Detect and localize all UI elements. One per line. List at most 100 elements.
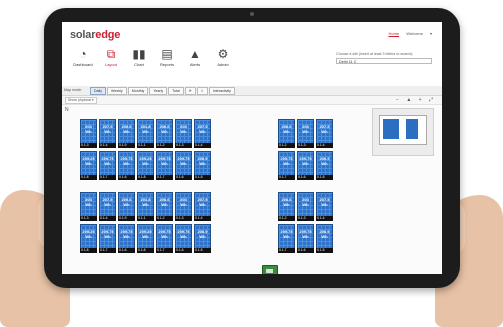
solar-panel[interactable]: 201.8 Wh 0.1.1 — [137, 119, 154, 148]
nav-chart[interactable]: ▮▮ Chart — [126, 46, 152, 67]
layout-canvas[interactable]: N 203 Wh 0.1.3 207.5 Wh 0.1.4 200.6 Wh 0.1.9 201.… — [62, 105, 442, 274]
panel-unit: Wh — [302, 160, 309, 166]
solar-panel[interactable]: 203 Wh 0.1.3 — [80, 192, 97, 221]
panel-id: 0.1.2 — [156, 143, 173, 148]
map-mode-label: Map mode: — [64, 88, 82, 92]
solar-panel[interactable]: 207.5 Wh 0.1.4 — [99, 119, 116, 148]
solar-panel[interactable]: 206.9 Wh 0.1.5 — [194, 224, 211, 253]
solar-panel[interactable]: 209.75 Wh 0.1.7 — [99, 224, 116, 253]
nav-reports[interactable]: ▤ Reports — [154, 46, 180, 67]
panel-id: 0.1.5 — [194, 175, 211, 180]
refresh-icon[interactable]: ⟳ — [184, 87, 196, 95]
solar-panel[interactable]: 203 Wh 0.1.3 — [297, 192, 314, 221]
panel-unit: Wh — [123, 233, 130, 239]
panel-energy: 209.75 Wh — [119, 156, 134, 166]
solar-panel[interactable]: 209.75 Wh 0.1.6 — [175, 224, 192, 253]
panel-energy: 206.9 Wh — [317, 229, 332, 239]
panel-energy: 206.6 Wh — [157, 197, 172, 207]
solar-panel[interactable]: 203 Wh 0.1.3 — [80, 119, 97, 148]
panel-id: 0.1.8 — [137, 175, 154, 180]
solar-panel[interactable]: 203 Wh 0.1.3 — [175, 119, 192, 148]
nav-layout[interactable]: ⧉ Layout — [98, 46, 124, 67]
panel-unit: Wh — [180, 201, 187, 207]
nav-admin[interactable]: ⚙ Admin — [210, 46, 236, 67]
solar-panel[interactable]: 206.9 Wh 0.1.5 — [316, 151, 333, 180]
solar-panel[interactable]: 209.75 Wh 0.1.7 — [156, 151, 173, 180]
panel-id: 0.1.8 — [80, 248, 97, 253]
inverter-icon[interactable] — [262, 265, 278, 274]
solar-panel[interactable]: 209.75 Wh 0.1.7 — [156, 224, 173, 253]
panel-id: 0.1.7 — [156, 175, 173, 180]
solar-panel[interactable]: 203 Wh 0.1.3 — [175, 192, 192, 221]
app-header: solaredge Home Welcome ▾ ◔ Dashboard ⧉ L… — [62, 22, 442, 87]
export-icon[interactable]: ⇩ — [196, 87, 208, 95]
solar-panel[interactable]: 206.6 Wh 0.1.2 — [278, 119, 295, 148]
panel-id: 0.1.6 — [297, 175, 314, 180]
solar-panel[interactable]: 206.9 Wh 0.1.5 — [194, 151, 211, 180]
nav-dashboard[interactable]: ◔ Dashboard — [70, 46, 96, 67]
solar-panel[interactable]: 209.25 Wh 0.1.8 — [137, 151, 154, 180]
panel-energy: 200.6 Wh — [119, 124, 134, 134]
solar-panel[interactable]: 209.75 Wh 0.1.7 — [278, 224, 295, 253]
solar-panel[interactable]: 209.75 Wh 0.1.6 — [118, 224, 135, 253]
panel-energy: 209.25 Wh — [81, 229, 96, 239]
solar-panel[interactable]: 207.5 Wh 0.1.4 — [316, 119, 333, 148]
panel-energy: 209.25 Wh — [138, 229, 153, 239]
layout-sitemap-icon: ⧉ — [106, 47, 116, 61]
nav-alerts[interactable]: ▲ Alerts — [182, 46, 208, 67]
tab-weekly[interactable]: Weekly — [107, 87, 127, 95]
minimap-viewport[interactable] — [379, 115, 427, 145]
tab-interactivity[interactable]: Interactivity — [208, 87, 235, 95]
panel-id: 0.1.4 — [194, 143, 211, 148]
tab-daily[interactable]: Daily — [90, 87, 106, 95]
panel-unit: Wh — [123, 201, 130, 207]
solar-panel[interactable]: 200.6 Wh 0.1.9 — [118, 192, 135, 221]
solar-panel[interactable]: 209.75 Wh 0.1.6 — [175, 151, 192, 180]
solar-panel[interactable]: 209.75 Wh 0.1.6 — [297, 224, 314, 253]
panel-unit: Wh — [161, 201, 168, 207]
panel-id: 0.1.4 — [316, 143, 333, 148]
solar-panel[interactable]: 209.75 Wh 0.1.7 — [278, 151, 295, 180]
welcome-link[interactable]: Welcome — [406, 31, 423, 36]
tab-yearly[interactable]: Yearly — [149, 87, 168, 95]
solar-panel[interactable]: 200.6 Wh 0.1.9 — [118, 119, 135, 148]
solar-panel[interactable]: 207.5 Wh 0.1.4 — [194, 119, 211, 148]
solar-panel[interactable]: 203 Wh 0.1.3 — [297, 119, 314, 148]
minimap-array-left — [383, 119, 399, 139]
solar-panel[interactable]: 209.25 Wh 0.1.8 — [137, 224, 154, 253]
panel-energy: 203 Wh — [298, 124, 313, 134]
period-tabs: Daily Weekly Monthly Yearly Total ⟳ ⇩ In… — [90, 87, 236, 95]
panel-unit: Wh — [321, 160, 328, 166]
solar-panel[interactable]: 201.8 Wh 0.1.1 — [137, 192, 154, 221]
solar-panel[interactable]: 206.6 Wh 0.1.2 — [156, 192, 173, 221]
solar-panel[interactable]: 206.6 Wh 0.1.2 — [156, 119, 173, 148]
panel-unit: Wh — [283, 160, 290, 166]
panel-id: 0.1.6 — [118, 248, 135, 253]
minimap[interactable] — [372, 108, 434, 156]
solar-panel[interactable]: 209.75 Wh 0.1.7 — [99, 151, 116, 180]
solar-panel[interactable]: 209.75 Wh 0.1.6 — [118, 151, 135, 180]
dropdown-arrow-icon[interactable]: ▾ — [430, 31, 432, 36]
home-link[interactable]: Home — [388, 31, 399, 36]
solar-panel[interactable]: 206.6 Wh 0.1.2 — [278, 192, 295, 221]
nav-label: Reports — [159, 62, 174, 67]
solar-panel[interactable]: 207.5 Wh 0.1.4 — [316, 192, 333, 221]
site-search-input[interactable]: Delhi 11 C — [336, 58, 432, 64]
zoom-controls[interactable]: − ▲ + ⤢ — [396, 97, 436, 103]
panel-id: 0.1.3 — [80, 216, 97, 221]
panel-energy: 207.5 Wh — [195, 197, 210, 207]
panel-unit: Wh — [321, 201, 328, 207]
solar-panel[interactable]: 207.5 Wh 0.1.4 — [194, 192, 211, 221]
panel-energy: 200.6 Wh — [119, 197, 134, 207]
tab-total[interactable]: Total — [168, 87, 184, 95]
panel-energy: 206.9 Wh — [195, 229, 210, 239]
solar-panel[interactable]: 209.75 Wh 0.1.6 — [297, 151, 314, 180]
solar-panel[interactable]: 209.25 Wh 0.1.8 — [80, 224, 97, 253]
solar-panel[interactable]: 209.25 Wh 0.1.8 — [80, 151, 97, 180]
solar-panel[interactable]: 207.5 Wh 0.1.4 — [99, 192, 116, 221]
panel-id: 0.1.6 — [297, 248, 314, 253]
tab-monthly[interactable]: Monthly — [127, 87, 149, 95]
view-select[interactable]: Show physical ▾ — [65, 97, 97, 104]
panel-id: 0.1.6 — [175, 248, 192, 253]
solar-panel[interactable]: 206.9 Wh 0.1.5 — [316, 224, 333, 253]
